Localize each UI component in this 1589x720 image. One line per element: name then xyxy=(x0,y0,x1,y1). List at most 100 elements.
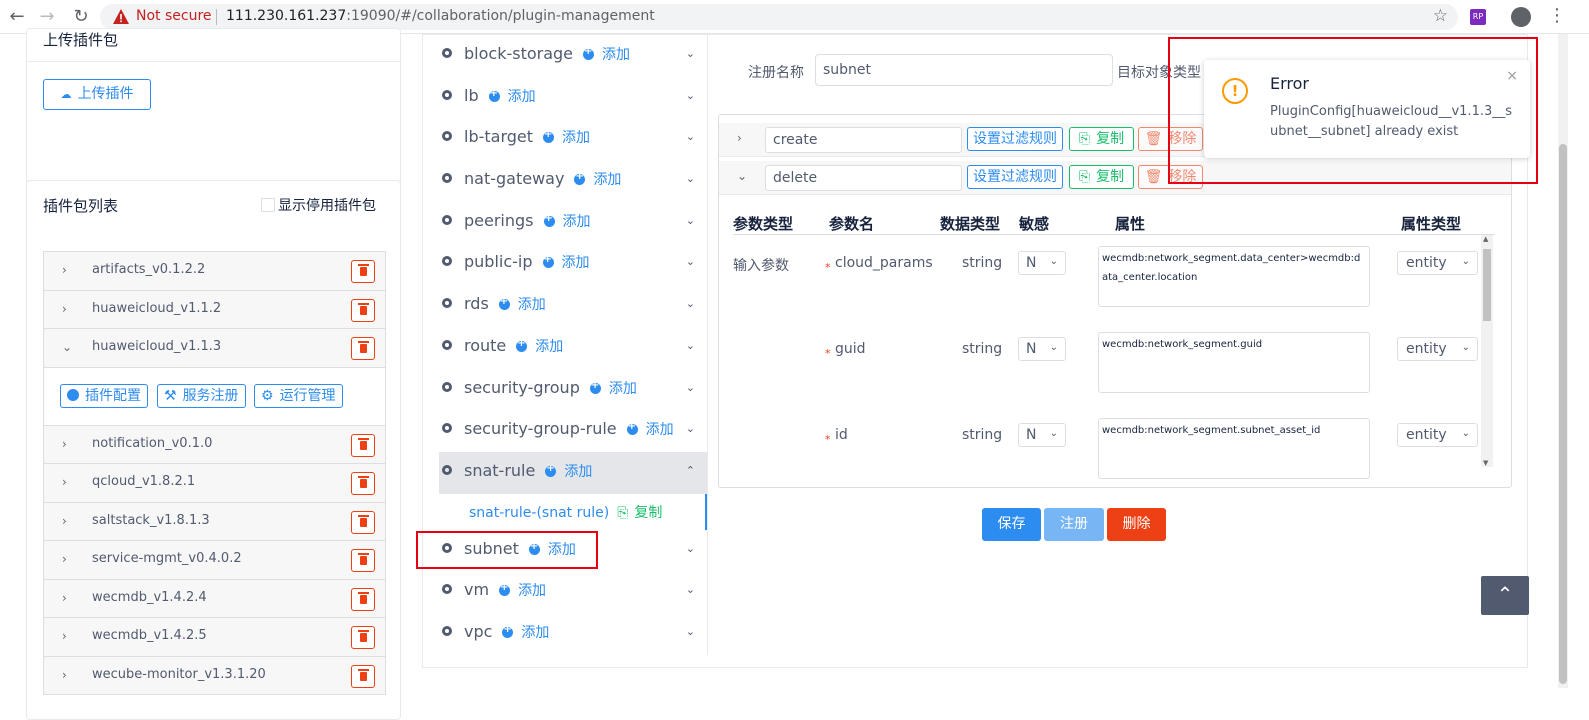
chevron-down-icon[interactable]: ⌄ xyxy=(686,47,695,60)
show-disabled-checkbox[interactable] xyxy=(261,198,275,212)
back-to-top-button[interactable]: ⌃ xyxy=(1481,576,1529,615)
resource-item-block-storage[interactable]: block-storage 添加 ⌄ xyxy=(439,35,707,77)
delete-package-button[interactable] xyxy=(351,260,375,283)
add-config-button[interactable]: 添加 xyxy=(543,213,591,230)
resource-item-security-group-rule[interactable]: security-group-rule 添加 ⌄ xyxy=(439,410,707,452)
chevron-up-icon[interactable]: ⌃ xyxy=(686,464,695,477)
chevron-down-icon[interactable]: ⌄ xyxy=(686,172,695,185)
delete-button[interactable]: 删除 xyxy=(1107,508,1166,541)
add-config-button[interactable]: 添加 xyxy=(488,88,536,105)
runtime-manage-button[interactable]: ⚙ 运行管理 xyxy=(254,383,343,408)
service-register-button[interactable]: ⚒ 服务注册 xyxy=(157,383,246,408)
save-button[interactable]: 保存 xyxy=(982,508,1041,541)
delete-package-button[interactable] xyxy=(351,626,375,649)
resource-item-vpc[interactable]: vpc 添加 ⌄ xyxy=(439,613,707,655)
add-config-button[interactable]: 添加 xyxy=(499,582,546,599)
resource-item-vm[interactable]: vm 添加 ⌄ xyxy=(439,571,707,613)
package-row[interactable]: › artifacts_v0.1.2.2 xyxy=(44,252,385,291)
chevron-down-icon[interactable]: ⌄ xyxy=(686,297,695,310)
reload-icon[interactable]: ↻ xyxy=(70,6,92,28)
chevron-down-icon[interactable]: ⌄ xyxy=(737,169,747,183)
sensitive-select[interactable]: N ⌄ xyxy=(1018,423,1066,447)
page-scrollbar-thumb[interactable] xyxy=(1559,144,1567,684)
package-row[interactable]: › qcloud_v1.8.2.1 xyxy=(44,464,385,503)
delete-package-button[interactable] xyxy=(351,664,375,688)
chevron-down-icon[interactable]: ⌄ xyxy=(686,381,695,394)
back-icon[interactable]: ← xyxy=(6,6,28,28)
package-row[interactable]: › saltstack_v1.8.1.3 xyxy=(44,502,385,541)
package-row[interactable]: › wecube-monitor_v1.3.1.20 xyxy=(44,656,385,695)
chevron-down-icon[interactable]: ⌄ xyxy=(686,422,695,435)
scrollbar-thumb[interactable] xyxy=(1483,249,1491,321)
add-config-button[interactable]: 添加 xyxy=(543,129,590,146)
chevron-right-icon[interactable]: › xyxy=(737,131,742,145)
resource-item-route[interactable]: route 添加 ⌄ xyxy=(439,327,707,369)
register-button[interactable]: 注册 xyxy=(1044,508,1104,541)
chevron-down-icon[interactable]: ⌄ xyxy=(686,89,695,102)
copy-interface-button[interactable]: ⎘ 复制 xyxy=(1069,165,1134,189)
add-config-button[interactable]: 添加 xyxy=(502,624,549,641)
profile-avatar-icon[interactable] xyxy=(1511,7,1531,27)
chevron-right-icon[interactable]: › xyxy=(62,263,67,277)
page-scrollbar[interactable] xyxy=(1558,34,1568,688)
delete-package-button[interactable] xyxy=(351,472,375,495)
upload-plugin-button[interactable]: ☁ 上传插件 xyxy=(43,79,151,110)
attribute-textarea[interactable]: wecmdb:network_segment.subnet_asset_id xyxy=(1098,418,1370,479)
package-row-expanded[interactable]: ⌄ huaweicloud_v1.1.3 xyxy=(44,329,385,368)
package-row[interactable]: › notification_v0.1.0 xyxy=(44,425,385,464)
resource-item-lb[interactable]: lb 添加 ⌄ xyxy=(439,77,707,119)
browser-menu-icon[interactable]: ⋮ xyxy=(1548,5,1566,27)
chevron-down-icon[interactable]: ⌄ xyxy=(686,214,695,227)
delete-package-button[interactable] xyxy=(351,298,375,322)
attribute-textarea[interactable]: wecmdb:network_segment.data_center>wecmd… xyxy=(1098,246,1370,307)
params-scrollbar[interactable]: ▲ ▼ xyxy=(1481,235,1493,467)
package-row[interactable]: › huaweicloud_v1.1.2 xyxy=(44,290,385,329)
sensitive-select[interactable]: N ⌄ xyxy=(1018,251,1066,275)
copy-config-button[interactable]: ⎘ 复制 xyxy=(617,505,662,521)
add-config-button[interactable]: 添加 xyxy=(516,338,563,355)
resource-item-peerings[interactable]: peerings 添加 ⌄ xyxy=(439,202,707,244)
add-config-button[interactable]: 添加 xyxy=(498,296,546,313)
show-disabled-toggle[interactable]: 显示停用插件包 xyxy=(261,195,376,215)
chevron-right-icon[interactable]: › xyxy=(62,668,67,682)
chevron-right-icon[interactable]: › xyxy=(62,591,67,605)
attribute-textarea[interactable]: wecmdb:network_segment.guid xyxy=(1098,332,1370,393)
register-name-input[interactable]: subnet xyxy=(815,54,1113,86)
resource-item-security-group[interactable]: security-group 添加 ⌄ xyxy=(439,369,707,411)
config-item-snat-rule[interactable]: snat-rule-(snat rule) ⎘ 复制 xyxy=(439,493,707,530)
chevron-right-icon[interactable]: › xyxy=(62,437,67,451)
chevron-down-icon[interactable]: ⌄ xyxy=(686,625,695,638)
forward-icon[interactable]: → xyxy=(36,6,58,28)
delete-package-button[interactable] xyxy=(351,587,375,611)
add-config-button[interactable]: 添加 xyxy=(626,421,674,438)
resource-item-nat-gateway[interactable]: nat-gateway 添加 ⌄ xyxy=(439,160,707,202)
chevron-down-icon[interactable]: ⌄ xyxy=(686,130,695,143)
attribute-type-select[interactable]: entity ⌄ xyxy=(1397,337,1478,361)
chevron-down-icon[interactable]: ⌄ xyxy=(62,340,72,354)
extension-icon[interactable]: RP xyxy=(1470,9,1486,25)
chevron-right-icon[interactable]: › xyxy=(62,302,67,316)
address-bar[interactable]: Not secure 111.230.161.237:19090/#/colla… xyxy=(100,4,1458,30)
add-config-button[interactable]: 添加 xyxy=(583,46,630,63)
scroll-up-icon[interactable]: ▲ xyxy=(1483,235,1488,243)
interface-name-input[interactable]: delete xyxy=(765,165,962,191)
chevron-right-icon[interactable]: › xyxy=(62,552,67,566)
delete-package-button[interactable] xyxy=(351,433,375,457)
add-config-button[interactable]: 添加 xyxy=(545,463,592,480)
copy-interface-button[interactable]: ⎘ 复制 xyxy=(1069,127,1134,151)
sensitive-select[interactable]: N ⌄ xyxy=(1018,337,1066,361)
package-row[interactable]: › wecmdb_v1.4.2.5 xyxy=(44,618,385,657)
set-filter-rule-button[interactable]: 设置过滤规则 xyxy=(967,127,1063,151)
set-filter-rule-button[interactable]: 设置过滤规则 xyxy=(967,165,1063,189)
package-row[interactable]: › service-mgmt_v0.4.0.2 xyxy=(44,541,385,580)
chevron-down-icon[interactable]: ⌄ xyxy=(686,542,695,555)
scroll-down-icon[interactable]: ▼ xyxy=(1483,459,1488,467)
plugin-config-button[interactable]: 插件配置 xyxy=(60,383,148,408)
add-config-button[interactable]: 添加 xyxy=(589,380,637,397)
resource-item-rds[interactable]: rds 添加 ⌄ xyxy=(439,285,707,327)
resource-item-public-ip[interactable]: public-ip 添加 ⌄ xyxy=(439,243,707,285)
add-config-button[interactable]: 添加 xyxy=(574,171,621,188)
attribute-type-select[interactable]: entity ⌄ xyxy=(1397,251,1478,275)
delete-package-button[interactable] xyxy=(351,549,375,572)
attribute-type-select[interactable]: entity ⌄ xyxy=(1397,423,1478,447)
